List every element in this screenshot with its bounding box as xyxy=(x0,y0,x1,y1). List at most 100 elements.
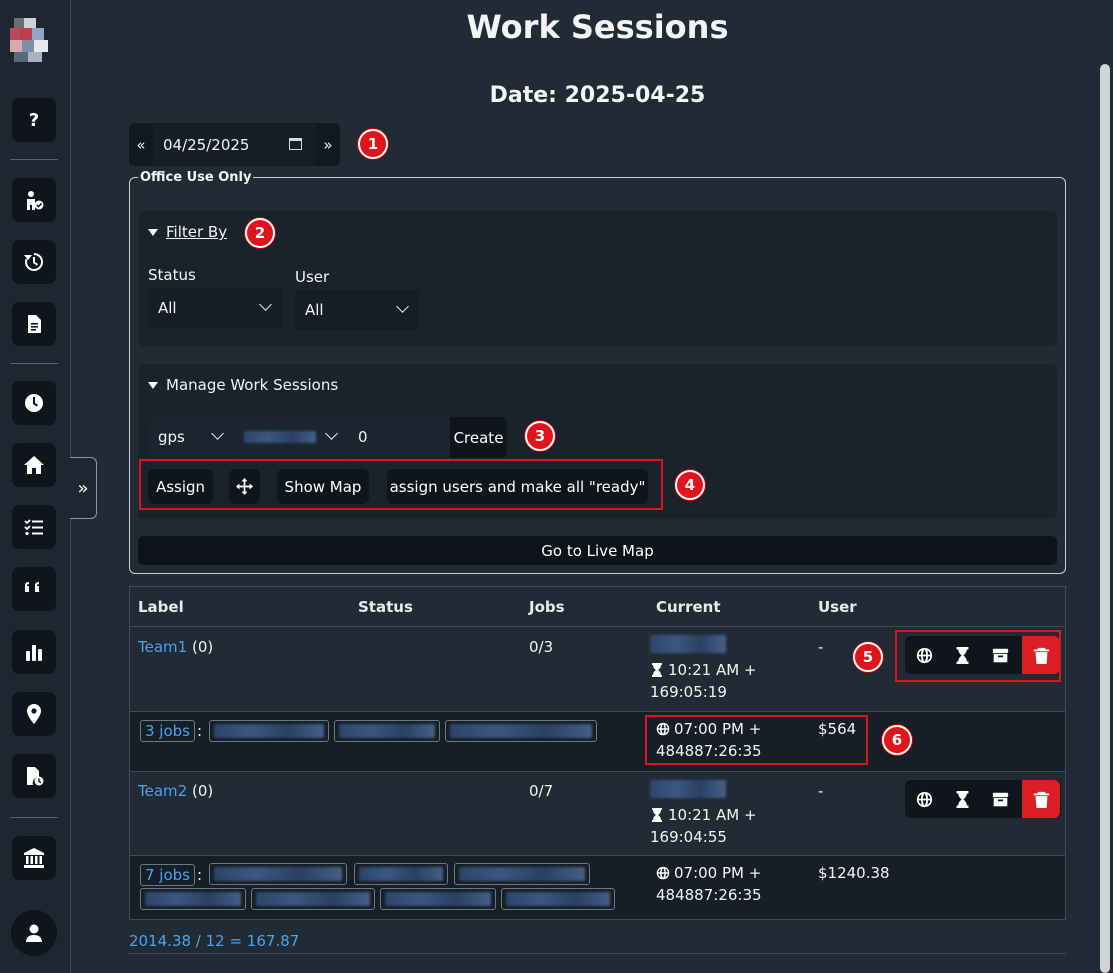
document-icon xyxy=(28,315,41,333)
redacted-text xyxy=(650,635,726,653)
job-chip[interactable] xyxy=(380,888,496,910)
help-button[interactable]: ? xyxy=(12,98,56,142)
row-actions xyxy=(905,780,1061,818)
user-select[interactable]: All xyxy=(295,290,419,330)
label-cell: Team1 (0) xyxy=(138,636,213,658)
team-link[interactable]: Team2 xyxy=(138,782,187,800)
caret-down-icon xyxy=(148,228,158,236)
jobs-link[interactable]: 7 jobs xyxy=(140,864,195,886)
status-label: Status xyxy=(148,266,196,284)
sidebar-item-history[interactable] xyxy=(12,240,56,284)
sidebar-expand-button[interactable]: » xyxy=(70,457,97,519)
job-chip[interactable] xyxy=(209,863,347,885)
job-chip[interactable] xyxy=(501,888,615,910)
timer-button[interactable] xyxy=(943,780,981,818)
team-count: (0) xyxy=(191,782,214,800)
session-type-select[interactable]: gps xyxy=(148,417,234,457)
redacted-text xyxy=(459,867,585,881)
jobs-separator: : xyxy=(197,722,203,740)
archive-button[interactable] xyxy=(981,780,1019,818)
sidebar-item-checklist[interactable] xyxy=(12,505,56,549)
user-select-value: All xyxy=(305,301,324,319)
annotation-highlight-6 xyxy=(645,715,868,765)
redacted-text xyxy=(145,892,241,906)
redacted-text xyxy=(214,867,342,881)
annotation-badge-1: 1 xyxy=(358,129,388,159)
summary-link[interactable]: 2014.38 / 12 = 167.87 xyxy=(129,932,299,950)
count-input[interactable]: 0 xyxy=(348,417,450,457)
bar-chart-icon xyxy=(26,645,42,661)
job-chip[interactable] xyxy=(445,720,597,742)
annotation-highlight-4 xyxy=(139,459,663,510)
sub-time: 07:00 PM + xyxy=(674,864,762,882)
jobs-link[interactable]: 3 jobs xyxy=(140,720,195,742)
sidebar-item-file-clock[interactable] xyxy=(12,754,56,798)
redacted-text xyxy=(506,892,610,906)
file-clock-icon xyxy=(27,767,44,786)
location-pin-icon xyxy=(27,704,41,724)
date-input[interactable]: 04/25/2025 xyxy=(153,123,316,166)
caret-down-icon xyxy=(148,381,158,389)
amount-cell: $1240.38 xyxy=(818,864,890,882)
annotation-badge-3: 3 xyxy=(525,421,555,451)
prev-date-button[interactable]: « xyxy=(129,123,153,166)
sidebar-item-home[interactable] xyxy=(12,443,56,487)
team-count: (0) xyxy=(191,638,214,656)
quote-icon xyxy=(25,582,39,592)
job-chip[interactable] xyxy=(454,863,590,885)
sidebar-item-bank[interactable] xyxy=(12,836,56,880)
trash-icon xyxy=(1033,791,1049,808)
user-cell: - xyxy=(818,782,824,800)
sidebar-item-chart[interactable] xyxy=(12,630,56,674)
sidebar-divider xyxy=(10,159,58,160)
job-chip[interactable] xyxy=(354,863,448,885)
job-chip[interactable] xyxy=(251,888,375,910)
date-input-value: 04/25/2025 xyxy=(163,135,250,154)
sidebar-divider xyxy=(10,363,58,364)
job-chip[interactable] xyxy=(334,720,440,742)
count-input-value: 0 xyxy=(358,428,368,446)
column-header-current: Current xyxy=(656,598,721,616)
annotation-badge-2: 2 xyxy=(245,218,275,248)
live-map-button[interactable]: Go to Live Map xyxy=(138,536,1057,565)
sidebar-item-clock[interactable] xyxy=(12,381,56,425)
date-heading: Date: 2025-04-25 xyxy=(489,83,706,108)
app-logo[interactable] xyxy=(10,18,48,62)
sidebar-item-user-check[interactable] xyxy=(12,178,56,222)
user-avatar-button[interactable] xyxy=(11,910,57,956)
create-button[interactable]: Create xyxy=(450,417,507,458)
sidebar-item-document[interactable] xyxy=(12,302,56,346)
user-icon xyxy=(26,924,42,942)
jobs-cell: 0/7 xyxy=(529,782,554,800)
redacted-text xyxy=(450,724,592,738)
redacted-text xyxy=(650,780,726,798)
status-select[interactable]: All xyxy=(148,288,282,328)
delete-button[interactable] xyxy=(1022,780,1060,818)
filter-heading: Filter By xyxy=(166,223,228,241)
date-navigator: « 04/25/2025 » xyxy=(129,123,340,166)
next-date-button[interactable]: » xyxy=(316,123,340,166)
job-chip[interactable] xyxy=(140,888,246,910)
template-select[interactable] xyxy=(234,417,348,457)
manage-toggle[interactable]: Manage Work Sessions xyxy=(148,376,338,394)
redacted-text xyxy=(256,892,370,906)
calendar-icon[interactable] xyxy=(289,138,302,150)
scrollbar[interactable] xyxy=(1100,64,1110,973)
redacted-text xyxy=(244,431,316,443)
chevron-down-icon xyxy=(211,427,224,440)
team-link[interactable]: Team1 xyxy=(138,638,187,656)
filter-toggle[interactable]: Filter By xyxy=(148,223,227,241)
redacted-text xyxy=(385,892,491,906)
column-header-user: User xyxy=(818,598,857,616)
home-icon xyxy=(24,456,44,474)
page-title: Work Sessions xyxy=(466,8,729,46)
view-map-button[interactable] xyxy=(905,780,943,818)
sidebar-item-quote[interactable] xyxy=(12,567,56,611)
sidebar-item-location[interactable] xyxy=(12,692,56,736)
chevron-down-icon xyxy=(259,298,272,311)
job-chip[interactable] xyxy=(209,720,329,742)
archive-icon xyxy=(992,792,1008,806)
status-select-value: All xyxy=(158,299,177,317)
jobs-link-text: 7 jobs xyxy=(145,866,190,884)
current-duration: 169:05:19 xyxy=(650,683,727,701)
